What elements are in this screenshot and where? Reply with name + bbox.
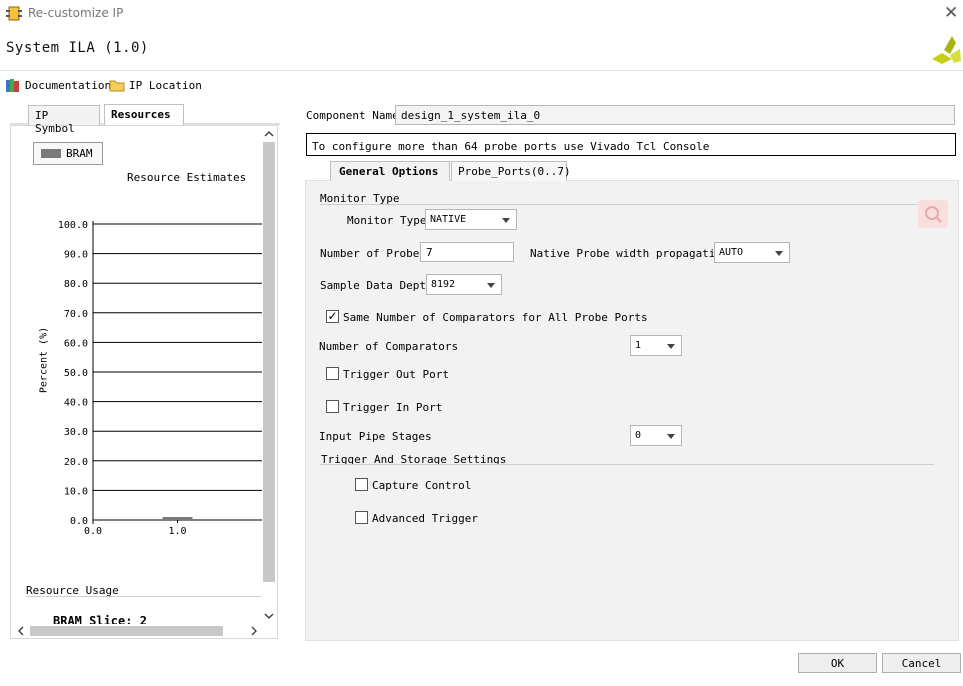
sample-depth-value: 8192 — [431, 279, 456, 290]
scroll-down-icon[interactable] — [263, 611, 275, 621]
capture-control-checkbox[interactable] — [355, 478, 368, 491]
documentation-label: Documentation — [25, 79, 112, 92]
scroll-up-icon[interactable] — [263, 129, 275, 139]
width-propagation-value: AUTO — [719, 247, 744, 258]
ip-location-label: IP Location — [129, 78, 202, 92]
ip-title: System ILA (1.0) — [6, 40, 149, 56]
chevron-down-icon — [487, 283, 495, 288]
xilinx-logo-icon — [932, 36, 961, 64]
chevron-down-icon — [667, 434, 675, 439]
scroll-left-icon[interactable] — [15, 625, 27, 637]
trigger-in-label: Trigger In Port — [343, 401, 443, 414]
section-divider — [320, 204, 932, 205]
probe-notice: To configure more than 64 probe ports us… — [306, 133, 956, 156]
title-bar: Re-customize IP ✕ — [0, 0, 963, 28]
section-divider — [320, 464, 934, 465]
width-propagation-label: Native Probe width propagation — [530, 247, 729, 260]
cancel-button[interactable]: Cancel — [882, 653, 961, 673]
y-tick-label: 50.0 — [64, 368, 88, 379]
tab-general-options-label: General Options — [339, 165, 439, 178]
trigger-out-checkbox[interactable] — [326, 367, 339, 380]
component-name-label: Component Name — [306, 109, 399, 122]
folder-icon — [109, 80, 125, 92]
advanced-trigger-label: Advanced Trigger — [372, 512, 478, 525]
chart-title: Resource Estimates — [127, 171, 247, 184]
close-icon[interactable]: ✕ — [944, 3, 958, 23]
app-icon — [6, 6, 22, 21]
monitor-type-select[interactable]: NATIVE — [425, 209, 517, 230]
ip-location-link[interactable]: IP Location — [109, 78, 202, 92]
chevron-down-icon — [502, 218, 510, 223]
y-tick-label: 70.0 — [64, 309, 88, 320]
resource-usage-divider — [26, 596, 261, 597]
window-title: Re-customize IP — [28, 6, 124, 20]
ok-button[interactable]: OK — [798, 653, 877, 673]
vertical-scroll-thumb[interactable] — [263, 142, 275, 582]
bar — [162, 517, 193, 520]
x-tick-label: 0.0 — [84, 526, 102, 537]
y-tick-label: 90.0 — [64, 250, 88, 261]
monitor-type-label: Monitor Type — [347, 214, 427, 227]
num-comparators-select[interactable]: 1 — [630, 335, 682, 356]
sample-depth-select[interactable]: 8192 — [426, 274, 502, 295]
monitor-type-value: NATIVE — [430, 214, 467, 225]
num-comparators-label: Number of Comparators — [319, 340, 459, 353]
horizontal-scroll-thumb[interactable] — [30, 626, 223, 636]
component-name-field[interactable]: design_1_system_ila_0 — [395, 105, 955, 125]
y-tick-label: 60.0 — [64, 338, 88, 349]
capture-control-label: Capture Control — [372, 479, 472, 492]
y-tick-label: 80.0 — [64, 279, 88, 290]
legend-swatch — [41, 149, 61, 158]
x-tick-label: 1.0 — [168, 526, 186, 537]
legend-label: BRAM — [66, 147, 93, 160]
y-tick-label: 30.0 — [64, 427, 88, 438]
num-probes-label: Number of Probes — [320, 247, 426, 260]
tab-ip-symbol[interactable]: IP Symbol — [28, 105, 100, 135]
chart-legend: BRAM — [33, 142, 103, 165]
y-tick-label: 100.0 — [58, 220, 88, 231]
y-tick-label: 20.0 — [64, 457, 88, 468]
tab-probe-ports[interactable]: Probe_Ports(0..7) — [451, 161, 571, 181]
header-divider — [0, 70, 963, 71]
search-button[interactable] — [918, 200, 948, 228]
resource-usage-item: BRAM Slice: 2 — [53, 614, 147, 624]
tab-resources[interactable]: Resources — [104, 104, 184, 125]
search-icon — [925, 206, 942, 223]
y-tick-label: 10.0 — [64, 486, 88, 497]
tab-general-options[interactable]: General Options — [330, 161, 450, 181]
advanced-trigger-checkbox[interactable] — [355, 511, 368, 524]
same-comparators-label: Same Number of Comparators for All Probe… — [343, 311, 648, 324]
chevron-down-icon — [667, 344, 675, 349]
trigger-in-checkbox[interactable] — [326, 400, 339, 413]
input-pipe-select[interactable]: 0 — [630, 425, 682, 446]
num-comparators-value: 1 — [635, 340, 642, 351]
chevron-down-icon — [775, 251, 783, 256]
documentation-link[interactable]: Documentation — [5, 78, 111, 93]
y-tick-label: 40.0 — [64, 398, 88, 409]
resource-chart: 100.0 90.0 80.0 70.0 60.0 50.0 40.0 30.0 20.0 10.… — [58, 220, 262, 537]
sample-depth-label: Sample Data Depth — [320, 279, 433, 292]
input-pipe-label: Input Pipe Stages — [319, 430, 432, 443]
same-comparators-checkbox[interactable]: ✓ — [326, 310, 339, 323]
scroll-right-icon[interactable] — [248, 625, 260, 637]
num-probes-input[interactable]: 7 — [420, 242, 514, 262]
width-propagation-select[interactable]: AUTO — [714, 242, 790, 263]
trigger-out-label: Trigger Out Port — [343, 368, 449, 381]
input-pipe-value: 0 — [635, 430, 642, 441]
documentation-icon — [6, 79, 19, 92]
